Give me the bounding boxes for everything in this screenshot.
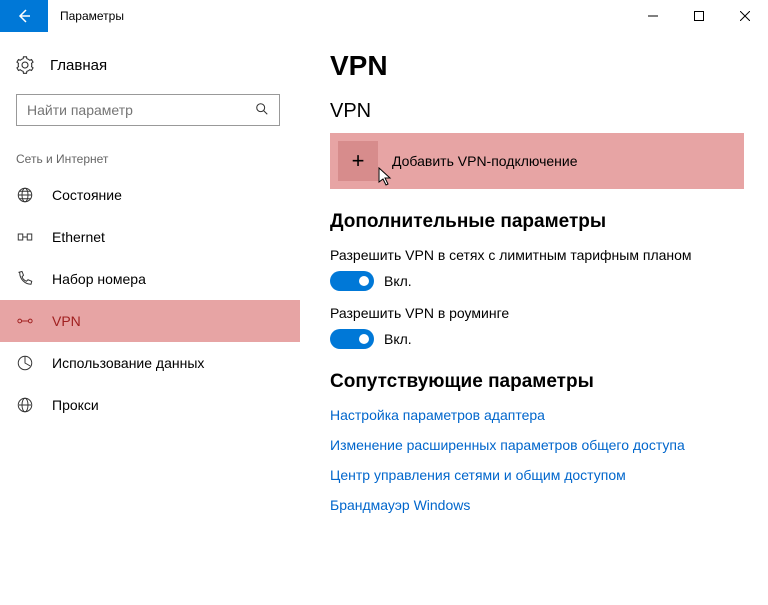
setting-label: Разрешить VPN в сетях с лимитным тарифны… [330,247,744,263]
toggle-metered[interactable] [330,271,374,291]
setting-label: Разрешить VPN в роуминге [330,305,744,321]
link-sharing-settings[interactable]: Изменение расширенных параметров общего … [330,437,744,453]
sidebar-item-vpn[interactable]: VPN [0,300,300,342]
vpn-icon [16,312,34,330]
close-button[interactable] [722,0,768,32]
cursor-icon [378,167,394,187]
toggle-roaming[interactable] [330,329,374,349]
search-input[interactable] [17,102,245,118]
sidebar-item-ethernet[interactable]: Ethernet [0,216,300,258]
nav-group-label: Сеть и Интернет [0,144,300,174]
page-title: VPN [330,50,744,82]
sidebar-item-label: Прокси [52,397,99,413]
setting-roaming: Разрешить VPN в роуминге Вкл. [330,305,744,349]
home-label: Главная [50,57,107,74]
titlebar: Параметры [0,0,768,32]
sidebar-item-label: Использование данных [52,355,204,371]
gear-icon [16,56,34,74]
sidebar-item-datausage[interactable]: Использование данных [0,342,300,384]
minimize-button[interactable] [630,0,676,32]
toggle-state: Вкл. [384,331,412,347]
phone-icon [16,270,34,288]
search-box[interactable] [16,94,280,126]
search-icon [245,102,279,119]
add-vpn-button[interactable]: + Добавить VPN-подключение [330,133,744,189]
add-vpn-label: Добавить VPN-подключение [392,153,578,169]
sidebar: Главная Сеть и Интернет Состояние Ethern… [0,32,300,605]
back-button[interactable] [0,0,48,32]
maximize-button[interactable] [676,0,722,32]
arrow-left-icon [16,8,32,24]
sidebar-item-dialup[interactable]: Набор номера [0,258,300,300]
setting-metered: Разрешить VPN в сетях с лимитным тарифны… [330,247,744,291]
proxy-icon [16,396,34,414]
sidebar-item-proxy[interactable]: Прокси [0,384,300,426]
link-network-center[interactable]: Центр управления сетями и общим доступом [330,467,744,483]
link-firewall[interactable]: Брандмауэр Windows [330,497,744,513]
link-adapter-settings[interactable]: Настройка параметров адаптера [330,407,744,423]
related-section-title: Сопутствующие параметры [330,371,744,393]
ethernet-icon [16,228,34,246]
sidebar-item-label: Состояние [52,187,122,203]
main-content: VPN VPN + Добавить VPN-подключение Допол… [300,32,768,605]
sidebar-item-label: Набор номера [52,271,146,287]
globe-icon [16,186,34,204]
vpn-section-title: VPN [330,100,744,123]
toggle-state: Вкл. [384,273,412,289]
plus-icon: + [338,141,378,181]
advanced-section-title: Дополнительные параметры [330,211,744,233]
sidebar-item-label: VPN [52,313,81,329]
data-usage-icon [16,354,34,372]
sidebar-item-status[interactable]: Состояние [0,174,300,216]
sidebar-item-label: Ethernet [52,229,105,245]
window-title: Параметры [48,9,630,23]
home-button[interactable]: Главная [0,50,300,86]
